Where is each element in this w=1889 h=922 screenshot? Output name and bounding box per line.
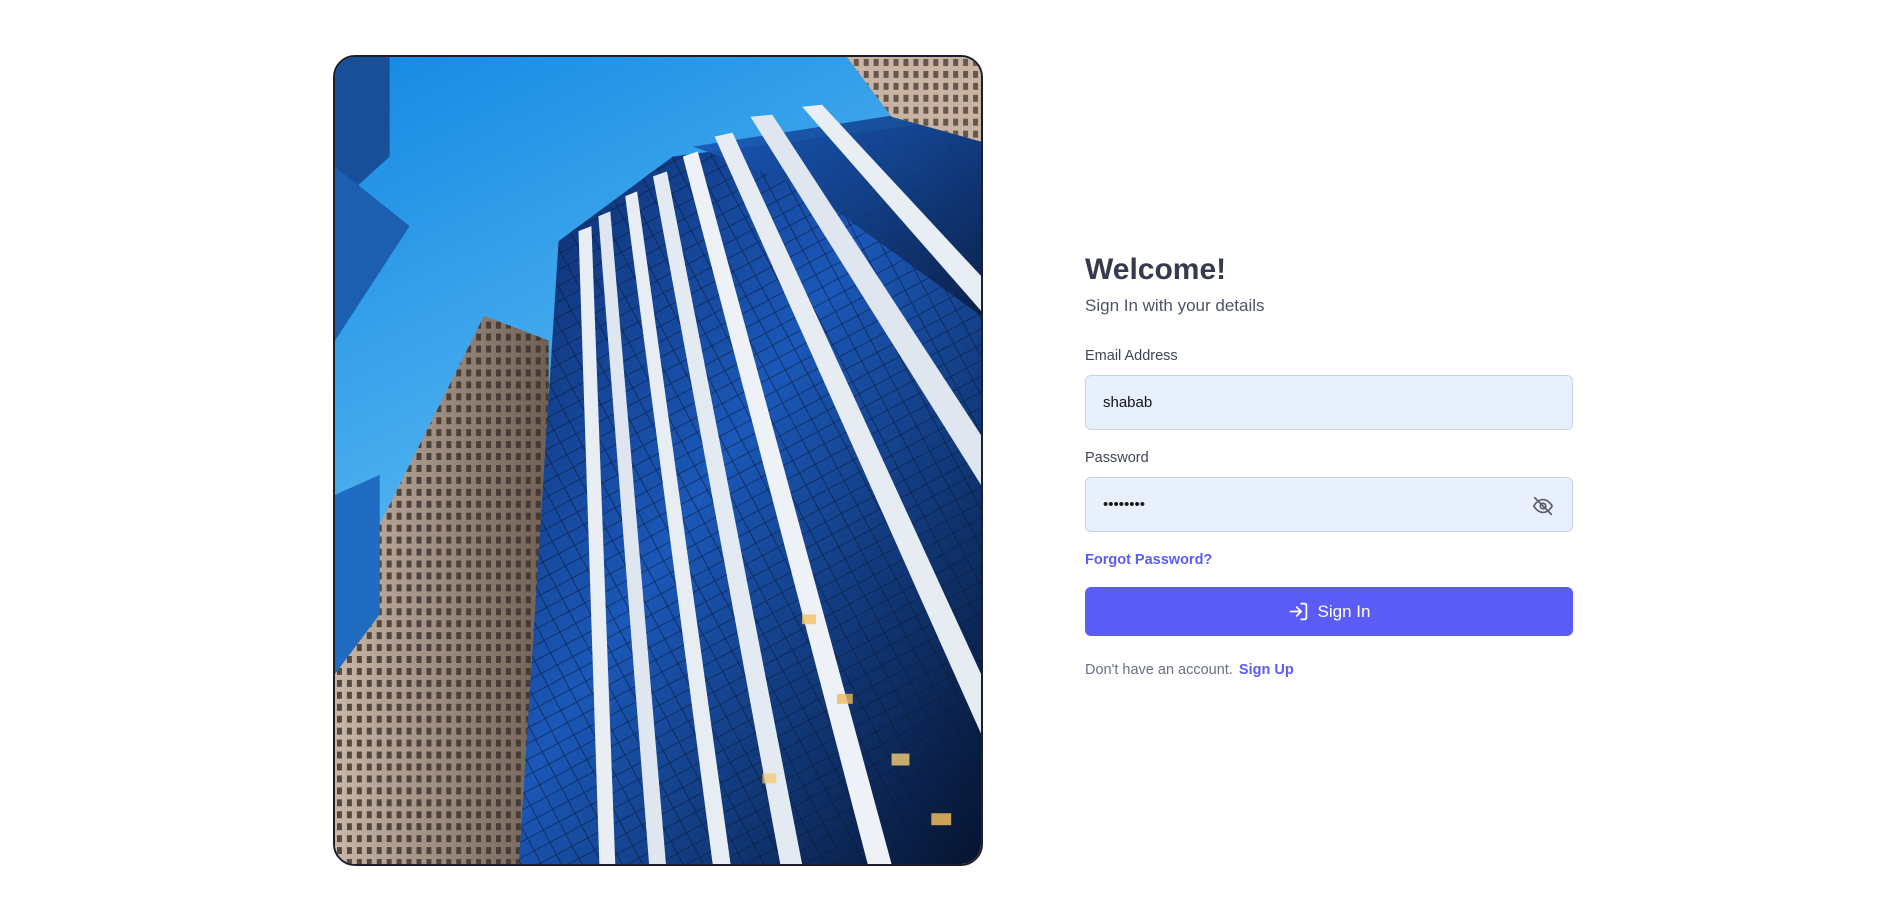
login-page: Welcome! Sign In with your details Email… [0,0,1889,922]
sign-in-icon [1289,602,1307,621]
sign-in-label: Sign In [1317,601,1371,621]
password-label: Password [1085,450,1149,466]
sign-in-button[interactable]: Sign In [1085,587,1573,636]
email-label: Email Address [1085,348,1178,364]
sign-up-link[interactable]: Sign Up [1239,662,1294,678]
page-subtitle: Sign In with your details [1085,296,1265,315]
forgot-password-link[interactable]: Forgot Password? [1085,550,1212,570]
hero-image [333,55,983,866]
no-account-text: Don't have an account. [1085,662,1233,678]
page-title: Welcome! [1085,253,1227,286]
login-form: Welcome! Sign In with your details Email… [1085,248,1573,680]
password-field[interactable] [1086,478,1572,531]
email-field-wrapper [1085,375,1573,430]
signup-row: Don't have an account. Sign Up [1085,660,1573,680]
email-field[interactable] [1086,376,1572,429]
eye-off-icon[interactable] [1532,495,1554,517]
skyscrapers-illustration [335,57,981,864]
password-field-wrapper [1085,477,1573,532]
